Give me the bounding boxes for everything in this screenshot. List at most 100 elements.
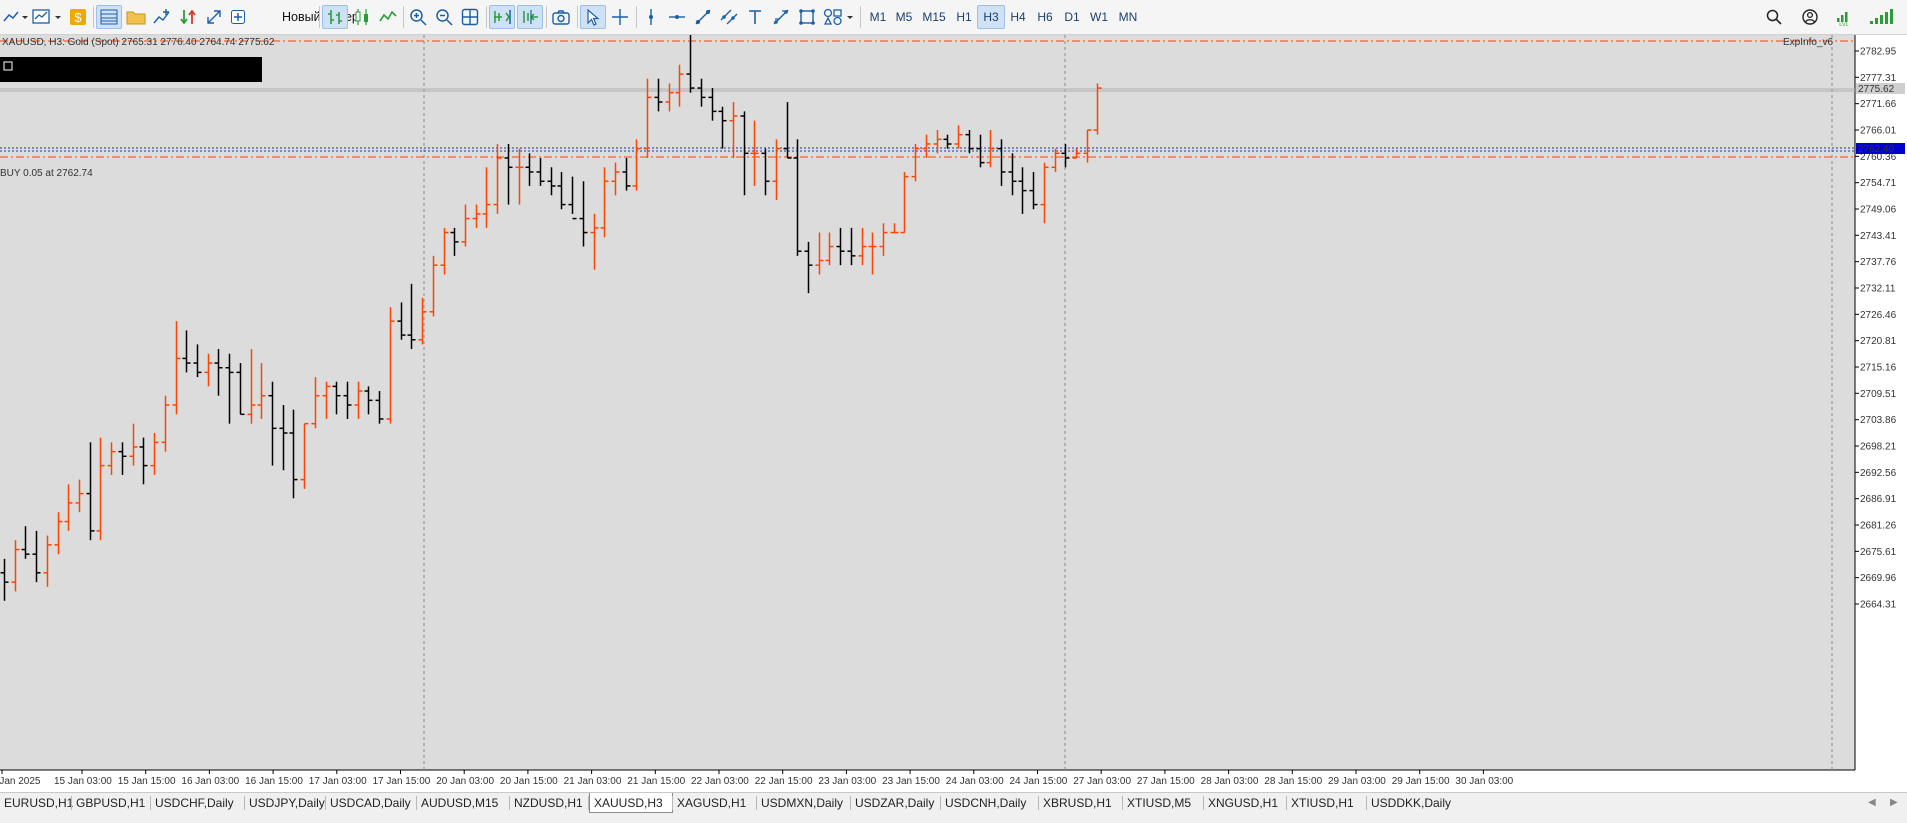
time-axis-label: 20 Jan 15:00 bbox=[500, 776, 558, 787]
price-axis-label: 2732.11 bbox=[1860, 284, 1896, 295]
trend-line-icon[interactable] bbox=[692, 5, 714, 29]
symbol-tab[interactable]: XAUUSD,H3 bbox=[589, 793, 673, 813]
price-axis-label: 2698.21 bbox=[1860, 442, 1897, 453]
symbol-tab[interactable]: USDJPY,Daily bbox=[245, 793, 326, 813]
new-order-plus-icon[interactable] bbox=[230, 5, 246, 29]
price-axis-label: 2692.56 bbox=[1860, 468, 1897, 479]
price-chart[interactable]: 2782.95 2777.31 2771.66 2766.01 2760.36 2754.… bbox=[0, 35, 1907, 792]
symbol-tab[interactable]: USDCHF,Daily bbox=[151, 793, 245, 813]
zoom-out-icon[interactable] bbox=[432, 5, 456, 29]
chart-info-label: XAUUSD, H3: Gold (Spot) 2765.31 2776.40 … bbox=[2, 37, 275, 48]
chart-tabs-bar: EURUSD,H1 GBPUSD,H1 USDCHF,Daily USDJPY,Dai… bbox=[0, 792, 1907, 823]
bar-chart-icon[interactable] bbox=[322, 5, 348, 29]
navigator-folder-icon[interactable] bbox=[124, 5, 148, 29]
price-axis-label: 2754.71 bbox=[1860, 178, 1897, 189]
candlestick-icon[interactable] bbox=[350, 5, 374, 29]
trade-label: BUY 0.05 at 2762.74 bbox=[0, 168, 93, 179]
price-axis-label: 2715.16 bbox=[1860, 363, 1897, 374]
timeframe-mn[interactable]: MN bbox=[1112, 5, 1144, 29]
symbol-tab[interactable]: EURUSD,H1 bbox=[0, 793, 73, 813]
shapes-dropdown-icon[interactable] bbox=[822, 5, 856, 29]
chart-shift-icon[interactable] bbox=[517, 5, 543, 29]
signal-strength-icon[interactable] bbox=[1866, 5, 1900, 29]
vertical-line-icon[interactable] bbox=[640, 5, 662, 29]
cursor-icon[interactable] bbox=[580, 5, 606, 29]
symbol-tab[interactable]: USDCNH,Daily bbox=[941, 793, 1039, 813]
symbol-tab[interactable]: XTIUSD,M5 bbox=[1123, 793, 1204, 813]
expand-arrows-icon[interactable] bbox=[202, 5, 226, 29]
timeframe-h4[interactable]: H4 bbox=[1004, 5, 1032, 29]
time-axis-label: 28 Jan 03:00 bbox=[1201, 776, 1259, 787]
tile-windows-icon[interactable] bbox=[458, 5, 482, 29]
time-axis-label: 15 Jan 15:00 bbox=[118, 776, 176, 787]
price-axis-label: 2749.06 bbox=[1860, 205, 1897, 216]
time-axis-label: 30 Jan 03:00 bbox=[1455, 776, 1513, 787]
timeframe-d1[interactable]: D1 bbox=[1058, 5, 1086, 29]
price-axis-label: 2771.66 bbox=[1860, 99, 1897, 110]
price-axis-label: 2777.31 bbox=[1860, 73, 1897, 84]
time-axis-label: 20 Jan 03:00 bbox=[436, 776, 494, 787]
symbol-tab[interactable]: USDMXN,Daily bbox=[757, 793, 851, 813]
price-axis-label: 2720.81 bbox=[1860, 336, 1897, 347]
time-axis-label: 15 Jan 03:00 bbox=[54, 776, 112, 787]
timeframe-m1[interactable]: M1 bbox=[864, 5, 892, 29]
svg-text:LVL: LVL bbox=[1839, 22, 1848, 26]
signal-level-icon[interactable]: LVL bbox=[1832, 5, 1856, 29]
symbol-tab[interactable]: XBRUSD,H1 bbox=[1039, 793, 1123, 813]
price-axis-label: 2675.61 bbox=[1860, 547, 1897, 558]
timeframe-h3[interactable]: H3 bbox=[977, 5, 1005, 29]
symbol-tab[interactable]: USDDKK,Daily bbox=[1367, 793, 1457, 813]
time-axis-label: 27 Jan 03:00 bbox=[1073, 776, 1131, 787]
symbol-tab[interactable]: XAGUSD,H1 bbox=[673, 793, 757, 813]
text-tool-icon[interactable] bbox=[744, 5, 766, 29]
symbol-tab[interactable]: XTIUSD,H1 bbox=[1287, 793, 1367, 813]
time-axis-label: 23 Jan 15:00 bbox=[882, 776, 940, 787]
line-chart-dropdown-button[interactable] bbox=[2, 5, 28, 29]
equidistant-channel-icon[interactable] bbox=[718, 5, 740, 29]
time-axis-label: 28 Jan 15:00 bbox=[1264, 776, 1322, 787]
crosshair-icon[interactable] bbox=[608, 5, 632, 29]
add-indicator-icon[interactable] bbox=[150, 5, 174, 29]
symbol-tab[interactable]: USDCAD,Daily bbox=[326, 793, 417, 813]
time-axis-label: 17 Jan 03:00 bbox=[309, 776, 367, 787]
timeframe-m5[interactable]: M5 bbox=[890, 5, 918, 29]
rectangle-tool-icon[interactable] bbox=[796, 5, 818, 29]
auto-scroll-icon[interactable] bbox=[489, 5, 515, 29]
timeframe-h6[interactable]: H6 bbox=[1031, 5, 1059, 29]
timeframe-w1[interactable]: W1 bbox=[1085, 5, 1113, 29]
line-chart-icon[interactable] bbox=[376, 5, 400, 29]
price-axis-label: 2703.86 bbox=[1860, 415, 1897, 426]
symbol-tab[interactable]: GBPUSD,H1 bbox=[72, 793, 151, 813]
time-axis-label: 17 Jan 15:00 bbox=[373, 776, 431, 787]
horizontal-line-icon[interactable] bbox=[666, 5, 688, 29]
time-axis-label: 21 Jan 03:00 bbox=[564, 776, 622, 787]
price-axis-label: 2766.01 bbox=[1860, 126, 1897, 137]
price-axis-label: 2686.91 bbox=[1860, 494, 1897, 505]
symbol-tab[interactable]: XNGUSD,H1 bbox=[1204, 793, 1287, 813]
tabs-scroll-left-icon[interactable]: ◀ bbox=[1868, 797, 1876, 808]
timeframe-m15[interactable]: M15 bbox=[917, 5, 951, 29]
tabs-scroll-right-icon[interactable]: ▶ bbox=[1890, 797, 1898, 808]
indicator-panel-black bbox=[0, 57, 262, 82]
market-watch-icon[interactable] bbox=[96, 5, 122, 29]
time-axis-label: 29 Jan 03:00 bbox=[1328, 776, 1386, 787]
symbol-tab[interactable]: AUDUSD,M15 bbox=[417, 793, 510, 813]
price-axis-label: 2782.95 bbox=[1860, 47, 1897, 58]
dollar-icon[interactable]: $ bbox=[68, 5, 88, 29]
timeframe-h1[interactable]: H1 bbox=[950, 5, 978, 29]
time-axis-label: 24 Jan 03:00 bbox=[946, 776, 1004, 787]
account-user-icon[interactable] bbox=[1798, 5, 1822, 29]
zoom-in-icon[interactable] bbox=[406, 5, 430, 29]
screenshot-camera-icon[interactable] bbox=[549, 5, 573, 29]
svg-text:$: $ bbox=[74, 10, 82, 25]
fibonacci-icon[interactable] bbox=[770, 5, 792, 29]
time-axis-label: 22 Jan 03:00 bbox=[691, 776, 749, 787]
chart-templates-icon[interactable] bbox=[32, 5, 64, 29]
time-axis-label: 23 Jan 03:00 bbox=[818, 776, 876, 787]
trading-icon[interactable] bbox=[176, 5, 200, 29]
symbol-tab[interactable]: NZDUSD,H1 bbox=[510, 793, 589, 813]
time-axis-label: 16 Jan 03:00 bbox=[181, 776, 239, 787]
chart-plot-area bbox=[0, 35, 1855, 770]
search-icon[interactable] bbox=[1762, 5, 1786, 29]
symbol-tab[interactable]: USDZAR,Daily bbox=[851, 793, 941, 813]
